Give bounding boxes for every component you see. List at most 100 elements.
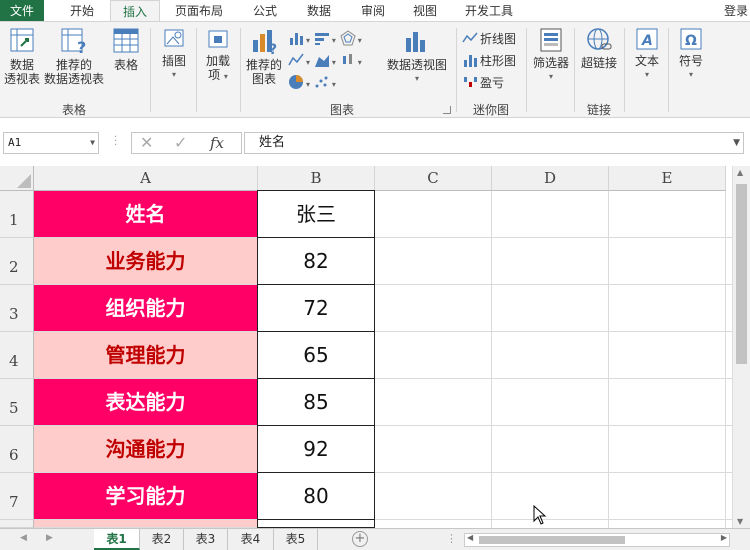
cell-b5[interactable]: 85 <box>257 378 375 426</box>
omega-symbol-icon: Ω <box>680 28 702 50</box>
name-box[interactable]: A1 ▼ <box>3 132 99 154</box>
recommended-charts-button[interactable]: ? 推荐的 图表 <box>244 26 284 86</box>
scroll-right-icon[interactable]: ▶ <box>721 533 727 542</box>
sheet-prev-icon[interactable]: ◀ <box>20 533 27 543</box>
name-box-dropdown-icon[interactable]: ▼ <box>90 133 95 153</box>
tab-insert[interactable]: 插入 <box>110 0 160 23</box>
text-button[interactable]: A 文本 ▾ <box>628 26 666 82</box>
chart-type-row-1[interactable]: ▾ ▾ ▾ <box>288 30 362 50</box>
tab-split-handle[interactable]: ⋮ <box>446 532 457 545</box>
cell-b7[interactable]: 80 <box>257 472 375 520</box>
row-header-3[interactable]: 3 <box>0 285 34 332</box>
sheet-tab-3[interactable]: 表3 <box>184 529 228 550</box>
hyperlink-globe-icon <box>587 28 612 50</box>
row-header-5[interactable]: 5 <box>0 379 34 426</box>
row-header-2[interactable]: 2 <box>0 238 34 285</box>
column-header-b[interactable]: B <box>258 166 375 191</box>
group-label-tables: 表格 <box>61 103 86 117</box>
tab-view[interactable]: 视图 <box>402 0 448 22</box>
cell-b6[interactable]: 92 <box>257 425 375 473</box>
column-chart-icon <box>290 33 303 45</box>
sign-in-link[interactable]: 登录 <box>724 0 748 22</box>
sparkline-winloss-icon <box>464 77 477 87</box>
stock-chart-icon <box>342 54 352 64</box>
sparkline-column-button[interactable]: 柱形图 <box>462 52 516 70</box>
scroll-left-icon[interactable]: ◀ <box>467 533 473 542</box>
cell-a3[interactable]: 组织能力 <box>34 285 258 332</box>
vertical-scroll-thumb[interactable] <box>736 184 747 364</box>
tab-data[interactable]: 数据 <box>296 0 342 22</box>
pivot-chart-button[interactable]: 数据透视图 ▾ <box>384 26 450 86</box>
cell-a2[interactable]: 业务能力 <box>34 238 258 285</box>
cancel-icon[interactable]: ✕ <box>140 133 153 153</box>
sheet-tab-4[interactable]: 表4 <box>228 529 274 550</box>
tab-formulas[interactable]: 公式 <box>242 0 288 22</box>
sparkline-winloss-button[interactable]: 盈亏 <box>462 74 504 92</box>
svg-text:Ω: Ω <box>685 33 697 49</box>
row-header-7[interactable]: 7 <box>0 473 34 520</box>
sheet-tab-5[interactable]: 表5 <box>274 529 318 550</box>
row-header-4[interactable]: 4 <box>0 332 34 379</box>
column-header-d[interactable]: D <box>492 166 609 191</box>
select-all-corner[interactable] <box>0 166 34 191</box>
tab-developer[interactable]: 开发工具 <box>456 0 522 22</box>
formula-input[interactable]: 姓名 ▼ <box>244 132 744 154</box>
row-header-6[interactable]: 6 <box>0 426 34 473</box>
text-icon: A <box>636 28 658 50</box>
hyperlink-button[interactable]: 超链接 <box>578 26 620 70</box>
chart-type-row-2[interactable]: ▾ ▾ ▾ <box>288 52 362 72</box>
hierarchy-chart-icon <box>314 33 329 45</box>
illustrations-button[interactable]: 插图 ▾ <box>156 26 192 82</box>
sheet-tab-2[interactable]: 表2 <box>140 529 184 550</box>
tab-file[interactable]: 文件 <box>0 0 44 22</box>
addins-button[interactable]: 加载 项 ▾ <box>200 26 236 84</box>
chart-type-row-3[interactable]: ▾ ▾ <box>288 74 336 94</box>
horizontal-scrollbar[interactable]: ◀ ▶ <box>464 533 730 547</box>
column-header-a[interactable]: A <box>34 166 258 191</box>
horizontal-scroll-thumb[interactable] <box>479 536 625 544</box>
scroll-down-icon[interactable]: ▼ <box>737 517 743 526</box>
cell-b2[interactable]: 82 <box>257 237 375 285</box>
cell-b1[interactable]: 张三 <box>257 190 375 238</box>
cell-a1[interactable]: 姓名 <box>34 191 258 238</box>
worksheet-grid[interactable]: A B C D E 1 2 3 4 5 6 7 姓名 业务能力 组织能力 管理能… <box>0 166 750 528</box>
recommended-pivot-button[interactable]: ? 推荐的 数据透视表 <box>42 26 106 86</box>
sheet-next-icon[interactable]: ▶ <box>46 533 53 543</box>
row-header-8[interactable] <box>0 520 34 528</box>
area-chart-icon <box>314 55 329 67</box>
tab-review[interactable]: 审阅 <box>350 0 396 22</box>
column-header-e[interactable]: E <box>609 166 726 191</box>
column-header-c[interactable]: C <box>375 166 492 191</box>
svg-text:A: A <box>641 33 653 49</box>
sheet-tab-1[interactable]: 表1 <box>94 529 140 550</box>
insert-function-icon[interactable]: fx <box>210 133 224 153</box>
cell-a6[interactable]: 沟通能力 <box>34 426 258 473</box>
cell-b4[interactable]: 65 <box>257 331 375 379</box>
pivot-table-icon <box>10 28 34 52</box>
pivot-table-button[interactable]: 数据 透视表 <box>2 26 42 86</box>
row-header-1[interactable]: 1 <box>0 191 34 238</box>
scroll-up-icon[interactable]: ▲ <box>737 168 743 177</box>
expand-formula-icon[interactable]: ▼ <box>733 133 740 153</box>
sparkline-line-button[interactable]: 折线图 <box>462 30 516 48</box>
sparkline-column-icon <box>464 55 477 67</box>
cell-b3[interactable]: 72 <box>257 284 375 332</box>
table-button[interactable]: 表格 <box>108 26 144 72</box>
enter-check-icon[interactable]: ✓ <box>174 133 187 153</box>
cell-b8[interactable] <box>257 519 375 528</box>
empty-cells-area[interactable] <box>375 191 732 528</box>
cell-a5[interactable]: 表达能力 <box>34 379 258 426</box>
tab-home[interactable]: 开始 <box>58 0 106 22</box>
symbols-button[interactable]: Ω 符号 ▾ <box>672 26 710 82</box>
sparkline-line-icon <box>462 32 478 43</box>
formula-bar-resize-handle[interactable]: · · · <box>114 133 117 151</box>
slicer-button[interactable]: 筛选器 ▾ <box>530 26 572 84</box>
group-label-charts: 图表 <box>329 103 354 117</box>
cell-a4[interactable]: 管理能力 <box>34 332 258 379</box>
charts-dialog-launcher[interactable] <box>443 106 451 114</box>
vertical-scrollbar[interactable]: ▲ ▼ <box>732 166 750 528</box>
add-sheet-button[interactable]: + <box>352 531 368 547</box>
tab-page-layout[interactable]: 页面布局 <box>166 0 232 22</box>
cell-a8[interactable] <box>34 520 258 528</box>
cell-a7[interactable]: 学习能力 <box>34 473 258 520</box>
